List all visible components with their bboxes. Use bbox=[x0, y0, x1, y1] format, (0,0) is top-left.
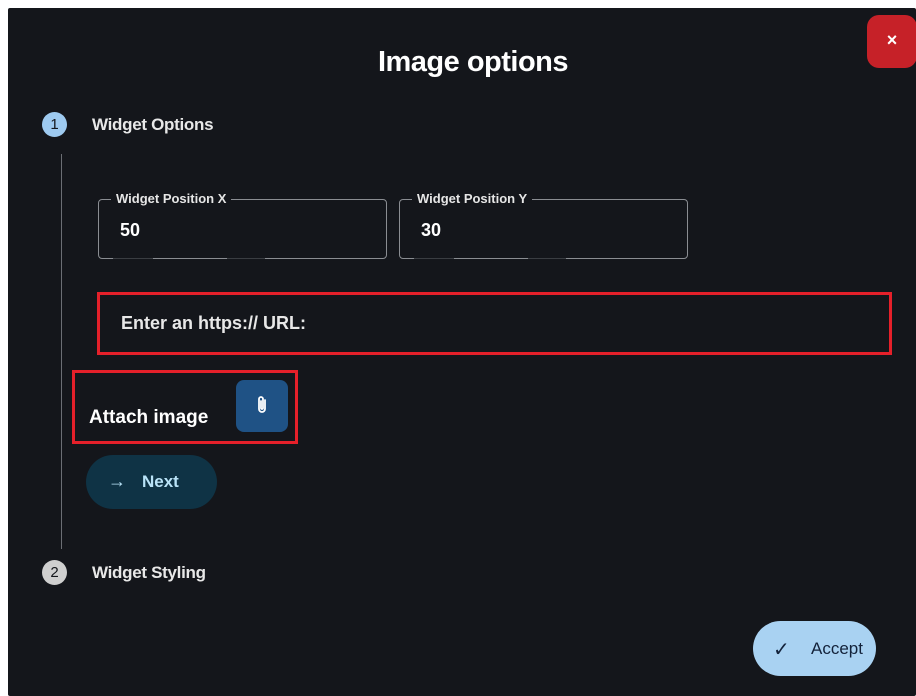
attach-image-label: Attach image bbox=[89, 407, 209, 428]
stepper-connector bbox=[61, 154, 62, 549]
url-input[interactable]: Enter an https:// URL: bbox=[97, 292, 892, 355]
arrow-right-icon: → bbox=[108, 471, 126, 491]
url-input-label: Enter an https:// URL: bbox=[121, 313, 306, 333]
dialog-title: Image options bbox=[377, 46, 569, 78]
widget-position-y-value[interactable]: 30 bbox=[421, 220, 441, 241]
accept-button-label: Accept bbox=[811, 639, 863, 658]
attach-image-button[interactable] bbox=[236, 380, 288, 432]
step-2-indicator[interactable]: 2 bbox=[42, 560, 67, 585]
widget-position-y-field[interactable]: Widget Position Y 30 bbox=[399, 191, 688, 259]
widget-position-x-label: Widget Position X bbox=[111, 191, 232, 206]
image-options-dialog: × Image options 1 Widget Options Widget … bbox=[8, 8, 916, 696]
field-underline bbox=[414, 258, 454, 259]
widget-position-x-value[interactable]: 50 bbox=[120, 220, 140, 241]
accept-button[interactable]: ✓ Accept bbox=[753, 621, 876, 676]
next-button-label: Next bbox=[142, 472, 179, 491]
check-icon: ✓ bbox=[773, 639, 790, 661]
step-1-label[interactable]: Widget Options bbox=[92, 115, 214, 135]
field-underline bbox=[227, 258, 265, 259]
widget-position-x-field[interactable]: Widget Position X 50 bbox=[98, 191, 387, 259]
next-button[interactable]: → Next bbox=[86, 455, 217, 509]
field-underline bbox=[113, 258, 153, 259]
attach-image-section: Attach image bbox=[72, 370, 298, 444]
paperclip-icon bbox=[258, 396, 266, 413]
step-1-indicator[interactable]: 1 bbox=[42, 112, 67, 137]
step-2-label[interactable]: Widget Styling bbox=[92, 563, 206, 583]
widget-position-y-label: Widget Position Y bbox=[412, 191, 533, 206]
field-underline bbox=[528, 258, 566, 259]
